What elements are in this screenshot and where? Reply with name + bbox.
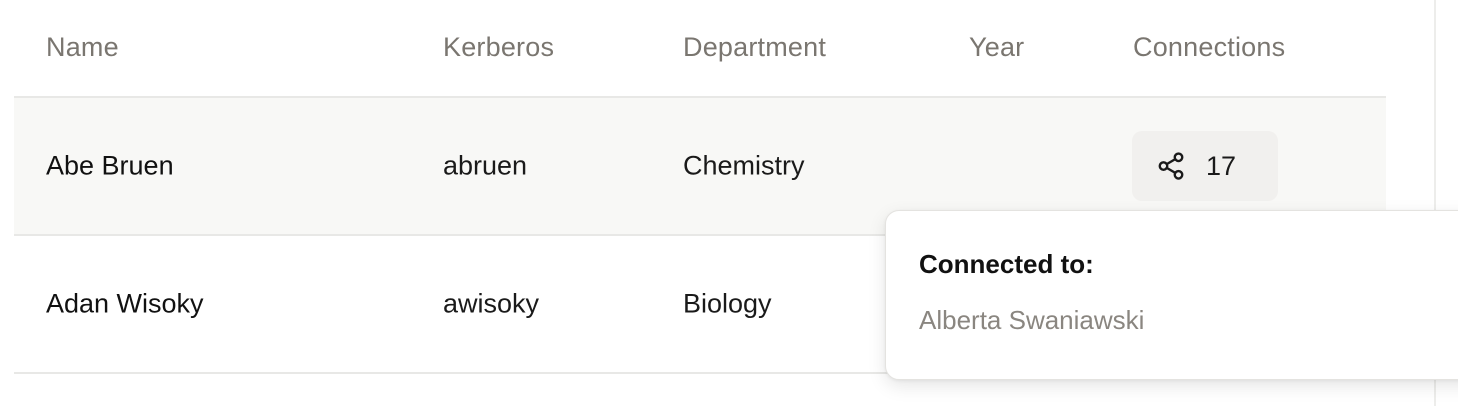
connections-button[interactable]: 17 <box>1132 131 1278 201</box>
connections-popover: Connected to: Alberta Swaniawski <box>885 210 1458 380</box>
person-name: Abe Bruen <box>46 150 174 181</box>
column-header-connections[interactable]: Connections <box>1133 32 1285 63</box>
column-header-kerberos[interactable]: Kerberos <box>443 32 554 63</box>
column-header-department[interactable]: Department <box>683 32 826 63</box>
person-kerberos: abruen <box>443 150 528 181</box>
column-header-name[interactable]: Name <box>46 32 119 63</box>
people-table-view: Name Kerberos Department Year Connection… <box>0 0 1458 406</box>
connection-item[interactable]: Alberta Swaniawski <box>919 305 1144 336</box>
person-name: Adan Wisoky <box>46 288 204 319</box>
popover-title: Connected to: <box>919 249 1094 279</box>
person-kerberos: awisoky <box>443 288 540 319</box>
column-header-year[interactable]: Year <box>969 32 1024 63</box>
share-icon <box>1156 151 1186 181</box>
table-header: Name Kerberos Department Year Connection… <box>14 0 1386 98</box>
person-department: Biology <box>683 288 772 319</box>
person-department: Chemistry <box>683 150 805 181</box>
connections-count: 17 <box>1206 150 1237 181</box>
